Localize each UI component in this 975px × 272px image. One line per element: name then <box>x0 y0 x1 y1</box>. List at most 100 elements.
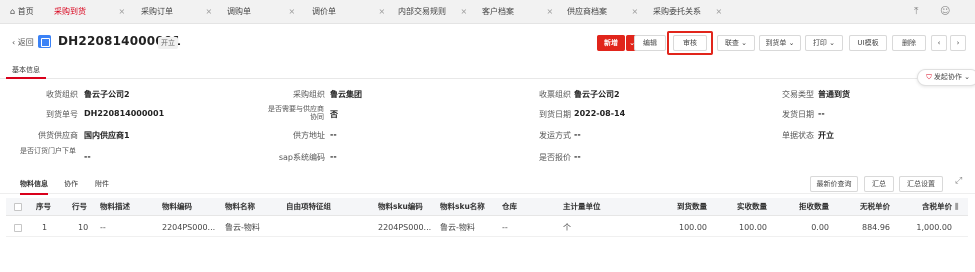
home-icon: ⌂ <box>10 7 16 16</box>
new-button[interactable]: 新增 <box>597 35 625 51</box>
tab-purchase-order[interactable]: 采购订单 × <box>141 0 212 24</box>
back-label: 返回 <box>17 38 34 47</box>
field-label: 交易类型 <box>782 90 814 99</box>
field-value: 国内供应商1 <box>84 131 130 140</box>
close-icon[interactable]: × <box>289 7 296 16</box>
col-header: 拒收数量 <box>799 202 829 211</box>
tab-purchase-delegation[interactable]: 采购委托关系 × <box>653 0 722 24</box>
select-all-checkbox[interactable] <box>14 203 22 211</box>
table-header: 序号 行号 物料描述 物料编码 物料名称 自由项特征组 物料sku编码 物料sk… <box>6 198 968 216</box>
tab-label: 调价单 <box>312 7 336 16</box>
field-value: DH220814000001 <box>84 109 165 118</box>
print-button[interactable]: 打印 ⌄ <box>805 35 843 51</box>
close-icon[interactable]: × <box>461 7 468 16</box>
tab-internal-trade-rules[interactable]: 内部交易规则 × <box>398 0 467 24</box>
field-value: 鲁云子公司2 <box>84 90 130 99</box>
close-icon[interactable]: × <box>379 7 386 16</box>
summary-button[interactable]: 汇总 <box>864 176 894 192</box>
collapse-up-icon[interactable]: ⤒ <box>914 0 918 24</box>
next-button[interactable]: › <box>950 35 966 51</box>
field-label: 采购组织 <box>293 90 325 99</box>
chevron-down-icon: ⌄ <box>964 73 970 81</box>
table-cell: 2204PS000... <box>162 223 216 232</box>
col-header: 自由项特征组 <box>286 202 331 211</box>
print-label: 打印 <box>812 39 827 47</box>
tab-customer-archive[interactable]: 客户档案 × <box>482 0 553 24</box>
tab-material-info[interactable]: 物料信息 <box>20 179 48 195</box>
field-label: 供方地址 <box>293 131 325 140</box>
table-row[interactable]: 1 10 -- 2204PS000... 鲁云-物料 2204PS000... … <box>6 219 968 237</box>
tab-label: 客户档案 <box>482 7 514 16</box>
start-collab-label: 发起协作 <box>933 73 962 81</box>
field-value: 鲁云集团 <box>330 90 362 99</box>
tab-transfer-order[interactable]: 调购单 × <box>227 0 295 24</box>
table-cell: 鲁云-物料 <box>225 223 260 232</box>
edit-button[interactable]: 编辑 <box>634 35 666 51</box>
close-icon[interactable]: × <box>632 7 639 16</box>
ui-template-button[interactable]: UI模板 <box>849 35 887 51</box>
prev-button[interactable]: ‹ <box>931 35 947 51</box>
tab-basic-info[interactable]: 基本信息 <box>6 62 46 79</box>
field-value: -- <box>84 152 91 161</box>
status-badge: 开立 <box>158 37 178 49</box>
flow-icon: ⛉ <box>926 73 932 81</box>
table-cell: 100.00 <box>679 223 707 232</box>
col-header: 物料sku编码 <box>378 202 423 211</box>
user-icon[interactable]: ☺ <box>940 0 950 24</box>
field-label: 单据状态 <box>782 131 814 140</box>
column-settings-icon[interactable]: ⫼ <box>955 198 958 216</box>
tab-supplier-archive[interactable]: 供应商档案 × <box>567 0 638 24</box>
tab-purchase-arrival[interactable]: 采购到货 × <box>54 0 125 24</box>
field-label: 是否订货门户下单 <box>20 147 76 155</box>
col-header: 到货数量 <box>677 202 707 211</box>
table-cell: 1 <box>42 223 48 232</box>
field-label: 收票组织 <box>539 90 571 99</box>
table-cell: 884.96 <box>862 223 890 232</box>
table-cell: 10 <box>78 223 89 232</box>
col-header: 含税单价 <box>922 202 952 211</box>
start-collab-button[interactable]: ⛉ 发起协作 ⌄ <box>917 69 975 86</box>
table-cell: -- <box>100 223 106 232</box>
field-value: 开立 <box>818 131 834 140</box>
expand-icon[interactable]: ⤢ <box>955 176 962 186</box>
tab-label: 采购到货 <box>54 7 86 16</box>
field-label: sap系统编码 <box>278 153 325 162</box>
linked-query-button[interactable]: 联查 ⌄ <box>717 35 755 51</box>
tab-label: 采购订单 <box>141 7 173 16</box>
col-header: 序号 <box>36 202 51 211</box>
col-header: 物料sku名称 <box>440 202 485 211</box>
back-button[interactable]: ‹ 返回 <box>12 37 34 48</box>
field-value: -- <box>574 130 581 139</box>
field-value: 否 <box>330 110 338 119</box>
row-checkbox[interactable] <box>14 224 22 232</box>
audit-button[interactable]: 审核 <box>673 35 707 51</box>
col-header: 无税单价 <box>860 202 890 211</box>
col-header: 物料描述 <box>100 202 130 211</box>
col-header: 仓库 <box>502 202 517 211</box>
back-icon: ‹ <box>12 38 16 47</box>
close-icon[interactable]: × <box>119 7 126 16</box>
close-icon[interactable]: × <box>206 7 213 16</box>
tab-home[interactable]: ⌂ 首页 <box>10 0 34 24</box>
field-value: 鲁云子公司2 <box>574 90 620 99</box>
arrival-doc-label: 到货单 <box>765 39 787 47</box>
col-header: 实收数量 <box>737 202 767 211</box>
close-icon[interactable]: × <box>716 7 723 16</box>
col-header: 主计量单位 <box>563 202 601 211</box>
tab-price-adjust[interactable]: 调价单 × <box>312 0 385 24</box>
summary-settings-button[interactable]: 汇总设置 <box>899 176 943 192</box>
arrival-doc-button[interactable]: 到货单 ⌄ <box>759 35 801 51</box>
field-label: 是否需要与供应商协同 <box>268 105 324 121</box>
table-cell: 2204PS000... <box>378 223 432 232</box>
field-value: 2022-08-14 <box>574 109 626 118</box>
document-icon <box>38 35 51 48</box>
close-icon[interactable]: × <box>547 7 554 16</box>
latest-price-button[interactable]: 最新价查询 <box>810 176 858 192</box>
chevron-down-icon: ⌄ <box>741 39 748 47</box>
tab-collab[interactable]: 协作 <box>64 179 78 189</box>
tab-attachments[interactable]: 附件 <box>95 179 109 189</box>
doc-header: ‹ 返回 DH220814000001 开立 新增 ⌄ 编辑 审核 联查 ⌄ 到… <box>0 28 975 58</box>
delete-button[interactable]: 删除 <box>892 35 926 51</box>
col-header: 物料编码 <box>162 202 192 211</box>
field-label: 是否报价 <box>539 153 571 162</box>
